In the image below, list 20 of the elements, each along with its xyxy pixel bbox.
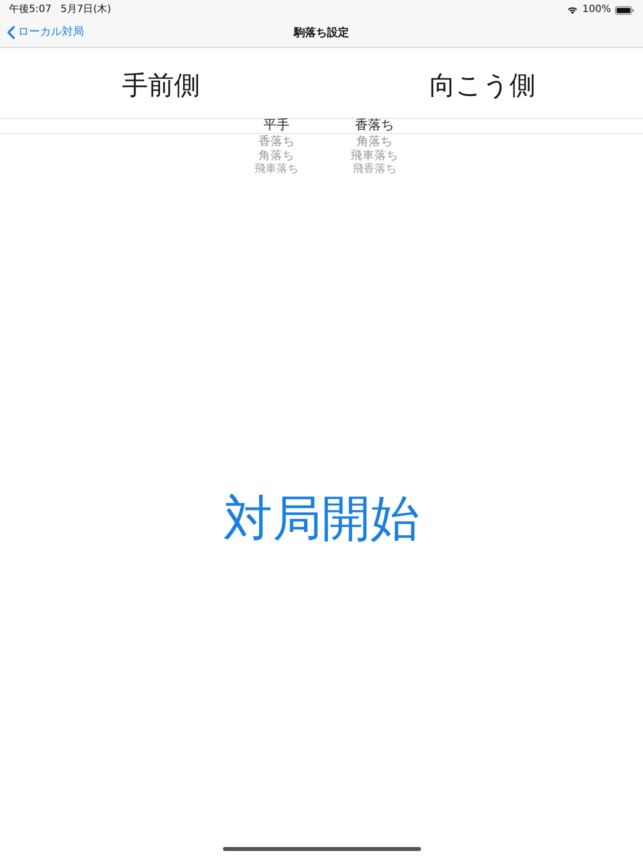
side-heading: 向こう側 — [429, 70, 536, 102]
side-heading: 手前側 — [122, 70, 200, 102]
picker-option[interactable]: 香落ち — [355, 118, 394, 134]
picker-option[interactable]: 平手 — [264, 118, 290, 134]
wifi-icon — [567, 6, 578, 14]
chevron-left-icon — [7, 26, 15, 38]
picker-option[interactable]: 角落ち — [258, 148, 294, 162]
back-link[interactable]: ローカル対局 — [7, 25, 84, 39]
picker-option[interactable]: 飛車落ち — [254, 162, 298, 176]
status-time: 午後5:07 — [9, 4, 52, 16]
battery-icon — [615, 6, 634, 14]
picker-option[interactable]: 香落ち — [258, 134, 294, 148]
picker-option[interactable]: 飛車落ち — [350, 148, 398, 162]
status-date: 5月7日(木) — [60, 4, 111, 16]
screen-title: 駒落ち設定 — [294, 26, 349, 40]
start-game-button[interactable]: 対局開始 — [222, 489, 422, 549]
home-indicator[interactable] — [222, 847, 420, 851]
picker-option[interactable]: 飛香落ち — [352, 162, 396, 176]
picker-option[interactable]: 角落ち — [356, 134, 392, 148]
battery-percent: 100% — [582, 4, 611, 16]
